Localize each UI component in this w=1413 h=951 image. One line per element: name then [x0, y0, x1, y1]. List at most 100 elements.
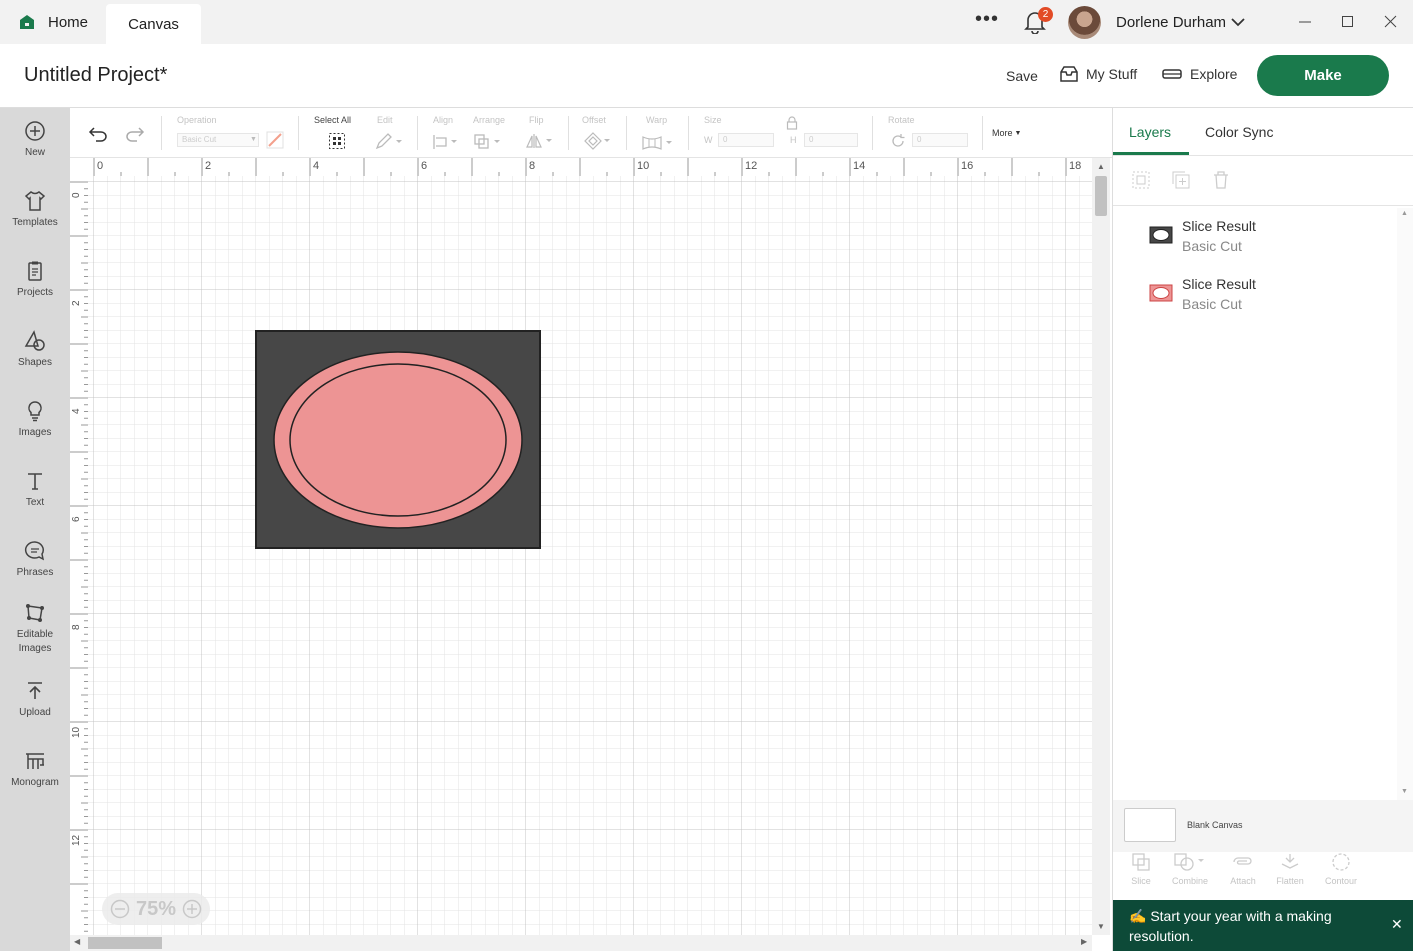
sidebar-item-monogram[interactable]: Monogram — [0, 750, 70, 790]
my-stuff-button[interactable]: My Stuff — [1060, 66, 1137, 82]
scroll-right-icon[interactable]: ▶ — [1081, 937, 1087, 946]
offset-icon[interactable] — [584, 132, 614, 150]
clipboard-icon — [28, 261, 42, 281]
scroll-down-icon[interactable]: ▼ — [1401, 788, 1408, 795]
layer-row[interactable]: Slice Result Basic Cut — [1149, 216, 1389, 260]
layer-row[interactable]: Slice Result Basic Cut — [1149, 274, 1389, 318]
rotate-input[interactable]: 0 — [912, 133, 968, 147]
tab-home-label: Home — [48, 13, 89, 31]
canvas-grid — [88, 176, 1092, 935]
lock-icon[interactable] — [786, 116, 798, 130]
duplicate-icon[interactable] — [1171, 170, 1191, 190]
sidebar-item-phrases[interactable]: Phrases — [0, 540, 70, 580]
plus-circle-icon — [25, 121, 45, 141]
action-label: Attach — [1230, 876, 1256, 886]
rotate-icon[interactable] — [890, 133, 906, 149]
tab-color-sync[interactable]: Color Sync — [1205, 124, 1273, 140]
trash-icon[interactable] — [1211, 170, 1231, 190]
height-input[interactable]: 0 — [804, 133, 858, 147]
design-canvas[interactable] — [88, 176, 1092, 935]
chat-icon — [24, 541, 45, 561]
scroll-down-icon[interactable]: ▼ — [1097, 922, 1105, 931]
operation-select[interactable]: Basic Cut — [177, 133, 259, 147]
sidebar-item-templates[interactable]: Templates — [0, 190, 70, 230]
select-all-icon[interactable] — [328, 132, 346, 150]
vertical-scroll-thumb[interactable] — [1095, 176, 1107, 216]
flatten-button[interactable]: Flatten — [1265, 852, 1315, 886]
ruler-label: 12 — [71, 834, 82, 846]
horizontal-scrollbar[interactable] — [70, 935, 1092, 951]
action-label: Contour — [1324, 876, 1358, 886]
width-input[interactable]: 0 — [718, 133, 774, 147]
sidebar-item-shapes[interactable]: Shapes — [0, 330, 70, 370]
ruler-label: 6 — [71, 516, 82, 522]
size-label: Size — [704, 115, 722, 125]
tab-home[interactable]: Home — [0, 0, 106, 44]
layer-operation: Basic Cut — [1182, 238, 1242, 254]
arrange-icon[interactable] — [474, 134, 504, 150]
ruler-label: 6 — [421, 160, 428, 172]
more-button[interactable]: More ▼ — [992, 128, 1021, 138]
save-button[interactable]: Save — [1006, 68, 1038, 84]
slice-result-pink[interactable] — [273, 351, 523, 529]
zoom-in-icon[interactable] — [182, 899, 202, 919]
flip-label: Flip — [529, 115, 544, 125]
scroll-up-icon[interactable]: ▲ — [1401, 210, 1408, 217]
sidebar-item-upload[interactable]: Upload — [0, 680, 70, 720]
group-icon[interactable] — [1131, 170, 1151, 190]
shapes-icon — [24, 330, 45, 351]
slice-icon — [1132, 853, 1150, 871]
slice-button[interactable]: Slice — [1116, 852, 1166, 886]
redo-icon[interactable] — [125, 126, 145, 142]
explore-button[interactable]: Explore — [1162, 66, 1237, 82]
align-icon[interactable] — [432, 134, 460, 150]
maximize-icon[interactable] — [1338, 12, 1358, 32]
flip-icon[interactable] — [526, 133, 556, 149]
ruler-label: 8 — [529, 160, 536, 172]
promo-banner[interactable]: ✍ Start your year with a making resoluti… — [1113, 900, 1413, 951]
minimize-icon[interactable] — [1295, 12, 1315, 32]
avatar[interactable] — [1068, 6, 1101, 39]
combine-button[interactable]: Combine — [1165, 852, 1215, 886]
attach-button[interactable]: Attach — [1218, 852, 1268, 886]
scroll-up-icon[interactable]: ▲ — [1097, 162, 1105, 171]
zoom-out-icon[interactable] — [110, 899, 130, 919]
tab-canvas[interactable]: Canvas — [106, 4, 201, 44]
ruler-label: 14 — [853, 160, 866, 172]
sidebar-item-new[interactable]: New — [0, 120, 70, 160]
close-icon[interactable] — [1381, 12, 1401, 32]
sidebar-item-images[interactable]: Images — [0, 400, 70, 440]
operation-label: Operation — [177, 115, 217, 125]
layers-scrollbar[interactable]: ▲ ▼ — [1397, 208, 1413, 800]
sidebar-item-editable-images[interactable]: Editable Images — [0, 602, 70, 656]
make-button[interactable]: Make — [1257, 55, 1389, 96]
sidebar-item-label: Editable Images — [16, 629, 54, 654]
user-name[interactable]: Dorlene Durham — [1116, 14, 1226, 31]
tshirt-icon — [24, 191, 46, 211]
blank-canvas-swatch[interactable] — [1124, 808, 1176, 842]
contour-button[interactable]: Contour — [1316, 852, 1366, 886]
rotate-label: Rotate — [888, 115, 915, 125]
sidebar-item-projects[interactable]: Projects — [0, 260, 70, 300]
warp-icon[interactable] — [641, 135, 675, 151]
sidebar-item-text[interactable]: Text — [0, 470, 70, 510]
ruler-label: 2 — [205, 160, 212, 172]
ellipsis-icon[interactable]: ••• — [975, 9, 1001, 32]
layer-thumbnail — [1149, 226, 1173, 244]
tab-layers[interactable]: Layers — [1129, 124, 1171, 140]
close-icon[interactable]: ✕ — [1391, 916, 1403, 933]
flatten-icon — [1281, 854, 1299, 869]
vertical-scrollbar[interactable] — [1092, 158, 1110, 935]
undo-icon[interactable] — [88, 126, 108, 142]
scroll-left-icon[interactable]: ◀ — [74, 937, 80, 946]
horizontal-scroll-thumb[interactable] — [88, 937, 162, 949]
action-label: Slice — [1131, 876, 1151, 886]
pencil-icon[interactable] — [375, 132, 403, 150]
editable-image-icon — [26, 604, 44, 622]
chevron-down-icon[interactable] — [1230, 14, 1246, 30]
color-swatch-icon[interactable] — [266, 131, 284, 149]
divider — [1113, 155, 1413, 156]
home-icon — [20, 15, 34, 29]
sidebar-item-label: Projects — [16, 287, 54, 298]
project-header: Untitled Project* Save My Stuff Explore … — [0, 44, 1413, 108]
